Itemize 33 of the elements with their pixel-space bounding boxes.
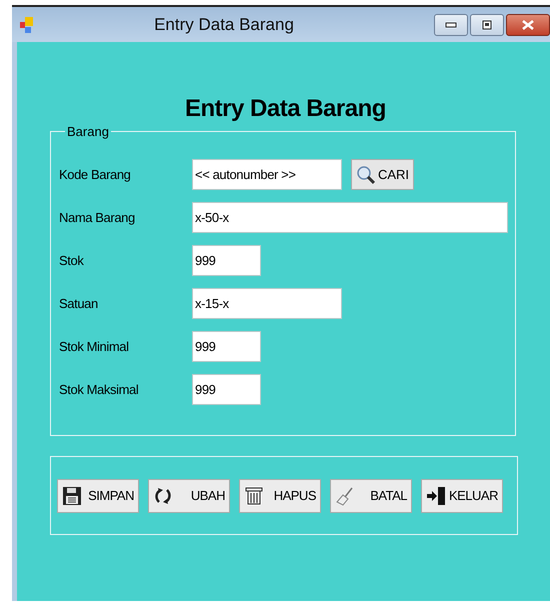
close-icon [522,20,534,30]
restore-icon [482,20,492,30]
action-button[interactable]: KELUAR [421,478,503,512]
input-field[interactable]: x-50-x [192,202,508,233]
search-button[interactable]: CARI [351,159,414,190]
action-button[interactable]: UBAH [148,478,230,512]
field-label: Nama Barang [59,210,136,225]
minimize-icon [445,22,457,28]
close-button[interactable] [506,14,550,36]
input-field[interactable]: 999 [192,331,261,362]
maximize-button[interactable] [470,14,504,36]
trash-can-icon [244,486,264,506]
field-label: Satuan [59,296,99,311]
field-label: Kode Barang [59,167,132,182]
window-title: Entry Data Barang [153,14,295,34]
action-button[interactable]: SIMPAN [57,478,139,512]
search-icon [356,164,376,184]
field-label: Stok [59,253,85,268]
input-field[interactable]: 999 [192,374,261,405]
input-field[interactable]: << autonumber >> [192,159,342,190]
form-heading: Entry Data Barang [185,94,386,124]
broom-icon [335,486,355,506]
app-icon [20,16,34,32]
field-label: Stok Maksimal [59,382,140,397]
group-title: Barang [66,124,110,139]
rotate-arrows-icon [153,486,173,506]
input-field[interactable]: x-15-x [192,288,342,319]
action-button[interactable]: BATAL [330,478,412,512]
exit-door-icon [426,486,446,506]
field-label: Stok Minimal [59,339,130,354]
action-button[interactable]: HAPUS [239,478,321,512]
input-field[interactable]: 999 [192,245,261,276]
minimize-button[interactable] [434,14,468,36]
